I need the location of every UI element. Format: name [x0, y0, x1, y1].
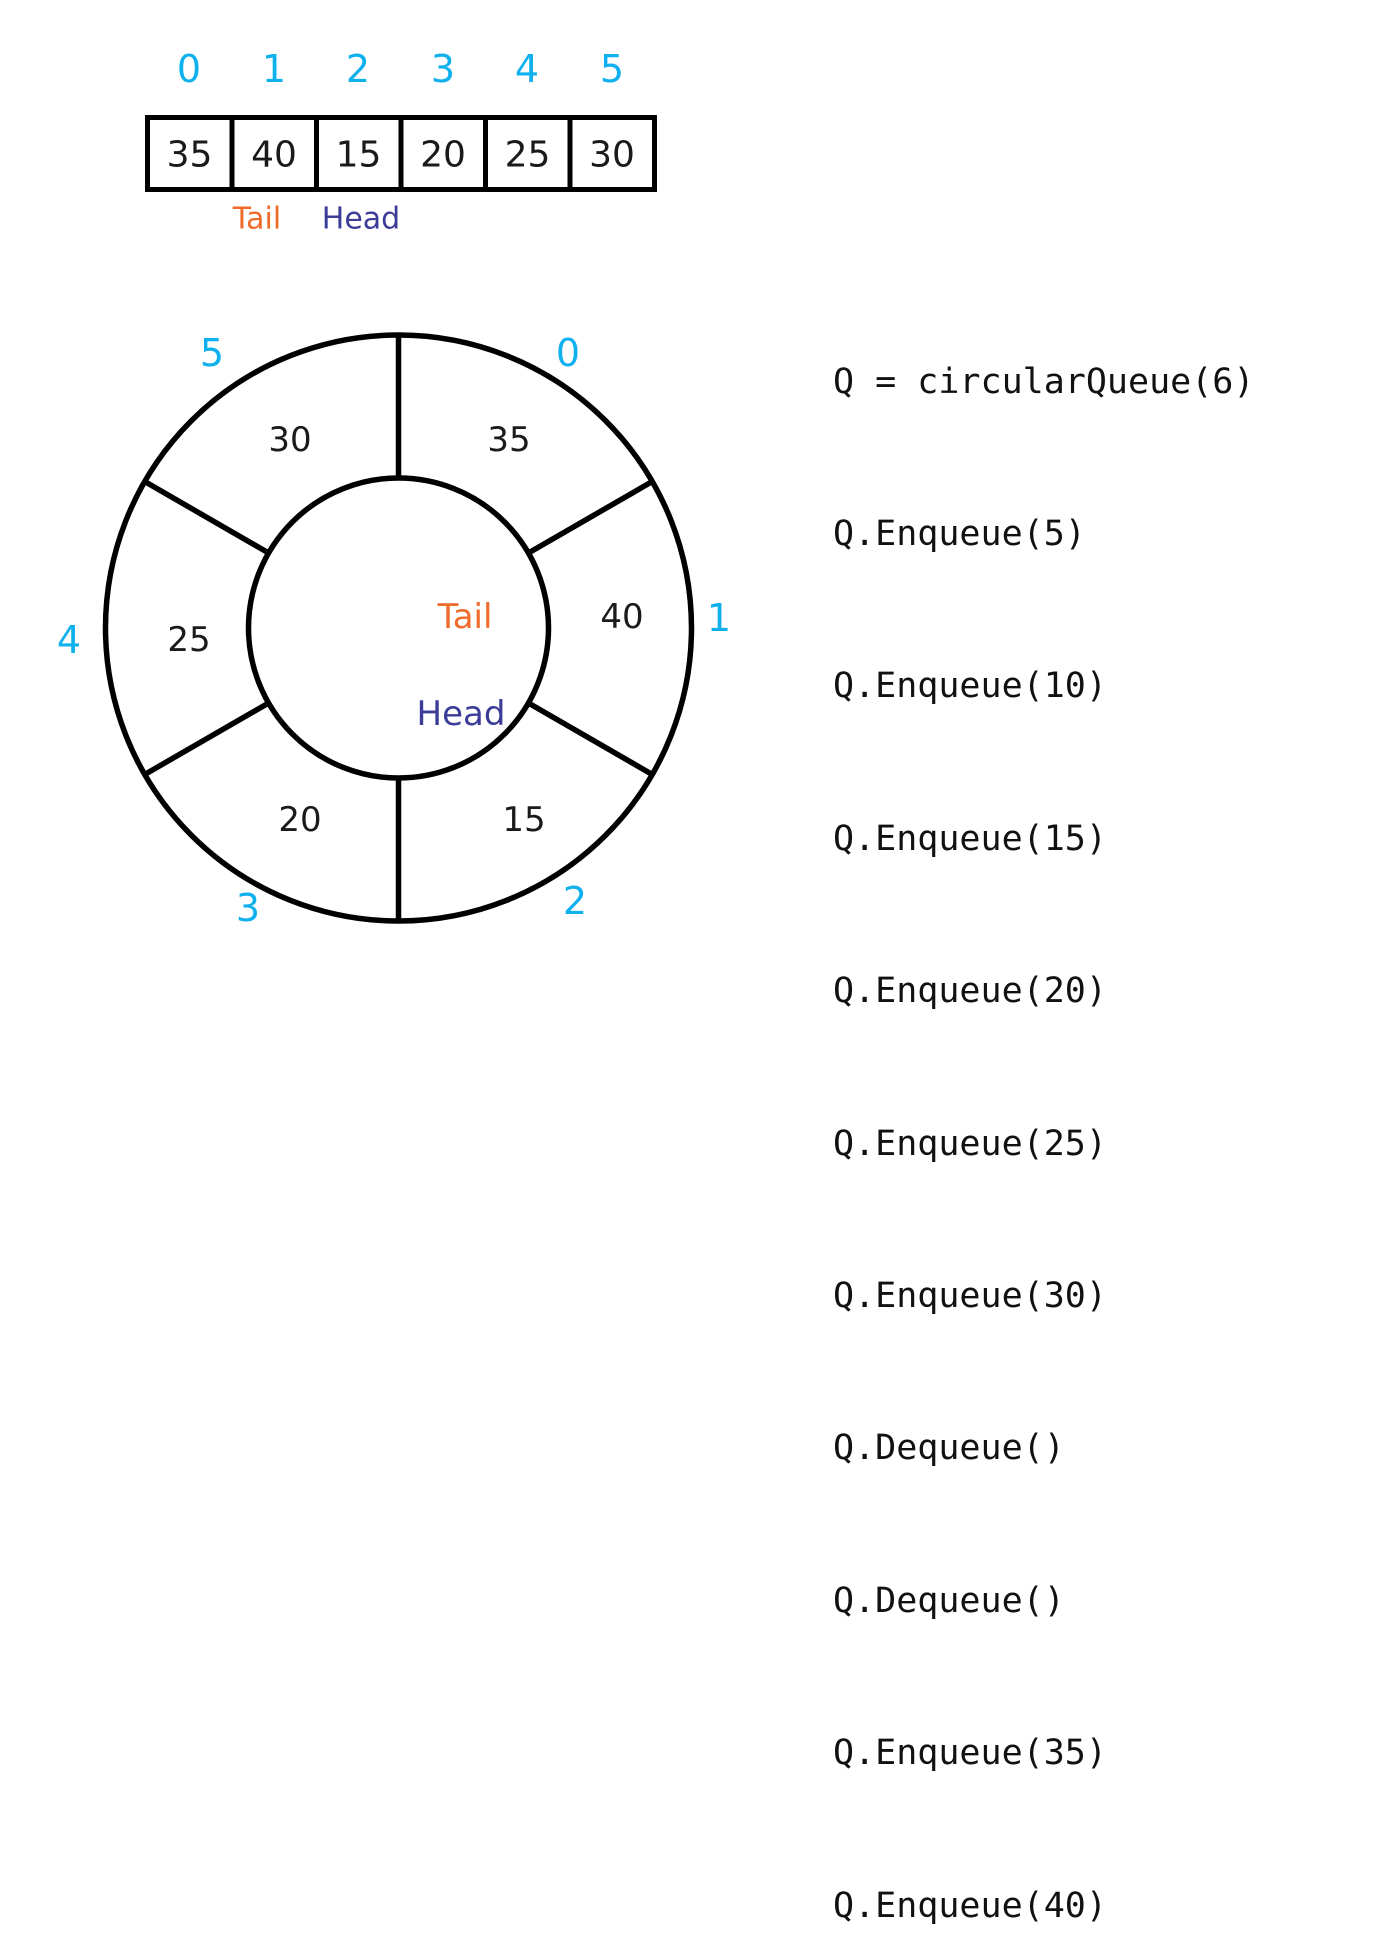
divider-300: [143, 479, 270, 556]
donut-value-1: 40: [600, 597, 643, 637]
array-index-4: 4: [515, 47, 539, 91]
donut-sector-dividers: [143, 335, 654, 921]
code-line-10: Q.Enqueue(40): [833, 1885, 1107, 1926]
code-line-0: Q = circularQueue(6): [833, 361, 1255, 402]
array-value-1: 40: [251, 135, 297, 176]
donut-index-3: 3: [236, 886, 260, 930]
code-line-3: Q.Enqueue(15): [833, 818, 1107, 859]
array-index-1: 1: [262, 47, 286, 91]
array-cells: [145, 115, 657, 192]
donut-value-0: 35: [487, 420, 530, 460]
array-index-3: 3: [431, 47, 455, 91]
code-listing: Q = circularQueue(6) Q.Enqueue(5) Q.Enqu…: [833, 255, 1254, 1958]
code-line-5: Q.Enqueue(25): [833, 1123, 1107, 1164]
array-pointer-labels: Tail Head: [232, 202, 400, 237]
array-index-5: 5: [600, 47, 624, 91]
code-line-1: Q.Enqueue(5): [833, 513, 1086, 554]
array-value-2: 15: [336, 135, 382, 176]
diagram-canvas: 0 1 2 3 4 5 35 40 15 20 25 30 Tail Head: [0, 0, 1400, 1926]
code-line-9: Q.Enqueue(35): [833, 1733, 1107, 1774]
code-line-6: Q.Enqueue(30): [833, 1275, 1107, 1316]
donut-index-5: 5: [200, 331, 224, 375]
donut-value-4: 25: [167, 620, 210, 660]
donut-index-1: 1: [707, 596, 731, 640]
donut-index-2: 2: [563, 879, 587, 923]
array-value-4: 25: [505, 135, 551, 176]
divider-120: [527, 700, 654, 777]
array-index-2: 2: [346, 47, 370, 91]
array-value-3: 20: [420, 135, 466, 176]
donut-pointer-labels: Tail Head: [417, 597, 506, 734]
code-line-8: Q.Dequeue(): [833, 1580, 1065, 1621]
array-value-5: 30: [589, 135, 635, 176]
array-tail-pointer-label: Tail: [232, 202, 281, 237]
donut-index-4: 4: [57, 618, 81, 662]
donut-value-5: 30: [268, 420, 311, 460]
array-value-0: 35: [167, 135, 213, 176]
code-line-4: Q.Enqueue(20): [833, 971, 1107, 1012]
donut-index-0: 0: [556, 331, 580, 375]
code-line-7: Q.Dequeue(): [833, 1428, 1065, 1469]
array-head-pointer-label: Head: [322, 202, 400, 237]
donut-tail-pointer-label: Tail: [437, 597, 493, 637]
donut-value-3: 20: [278, 800, 321, 840]
array-index-labels: 0 1 2 3 4 5: [177, 47, 624, 91]
divider-240: [143, 700, 270, 777]
code-line-2: Q.Enqueue(10): [833, 666, 1107, 707]
array-index-0: 0: [177, 47, 201, 91]
divider-60: [527, 479, 654, 556]
donut-value-2: 15: [502, 800, 545, 840]
donut-head-pointer-label: Head: [417, 694, 506, 734]
